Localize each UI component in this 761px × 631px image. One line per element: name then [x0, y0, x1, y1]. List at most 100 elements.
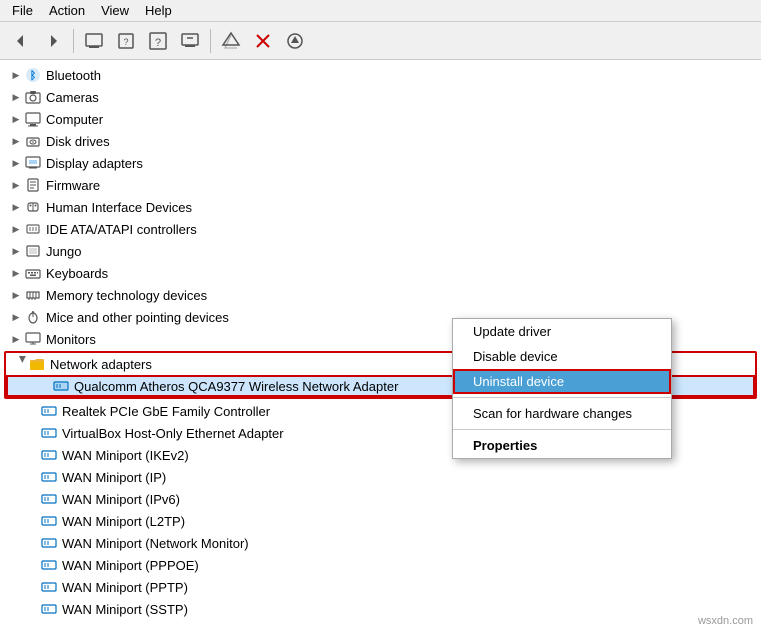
- keyboards-label: Keyboards: [46, 266, 108, 281]
- tree-item-firmware[interactable]: ▶ Firmware: [0, 174, 761, 196]
- add-hardware-button[interactable]: [280, 26, 310, 56]
- menubar: File Action View Help: [0, 0, 761, 22]
- expand-memory[interactable]: ▶: [8, 287, 24, 303]
- wan-netmon-icon: [40, 534, 58, 552]
- tree-item-memory[interactable]: ▶ Memory technology devices: [0, 284, 761, 306]
- context-separator-1: [453, 397, 671, 398]
- toolbar: ? ?: [0, 22, 761, 60]
- tree-item-cameras[interactable]: ▶ Cameras: [0, 86, 761, 108]
- network-adapters-label: Network adapters: [50, 357, 152, 372]
- wan-pppoe-icon: [40, 556, 58, 574]
- forward-button[interactable]: [38, 26, 68, 56]
- back-button[interactable]: [6, 26, 36, 56]
- tree-item-disk-drives[interactable]: ▶ Disk drives: [0, 130, 761, 152]
- monitors-label: Monitors: [46, 332, 96, 347]
- expand-ide[interactable]: ▶: [8, 221, 24, 237]
- context-uninstall-device[interactable]: Uninstall device: [453, 369, 671, 394]
- context-disable-device[interactable]: Disable device: [453, 344, 671, 369]
- menu-action[interactable]: Action: [41, 1, 93, 20]
- tree-item-keyboards[interactable]: ▶ Keyboards: [0, 262, 761, 284]
- context-scan-hardware[interactable]: Scan for hardware changes: [453, 401, 671, 426]
- expand-computer[interactable]: ▶: [8, 111, 24, 127]
- wan-ipv6-icon: [40, 490, 58, 508]
- toolbar-separator-2: [210, 29, 211, 53]
- tree-item-ide[interactable]: ▶ IDE ATA/ATAPI controllers: [0, 218, 761, 240]
- expand-jungo[interactable]: ▶: [8, 243, 24, 259]
- computer-icon: [24, 110, 42, 128]
- wan-pptp-icon: [40, 578, 58, 596]
- bluetooth-icon: ᛒ: [24, 66, 42, 84]
- svg-text:?: ?: [155, 37, 161, 49]
- tree-item-computer[interactable]: ▶ Computer: [0, 108, 761, 130]
- firmware-label: Firmware: [46, 178, 100, 193]
- wan-l2tp-label: WAN Miniport (L2TP): [62, 514, 185, 529]
- mice-icon: [24, 308, 42, 326]
- wan-netmon-label: WAN Miniport (Network Monitor): [62, 536, 249, 551]
- wan-sstp-icon: [40, 600, 58, 618]
- tree-item-wan-ip[interactable]: WAN Miniport (IP): [0, 466, 761, 488]
- disk-drives-label: Disk drives: [46, 134, 110, 149]
- menu-file[interactable]: File: [4, 1, 41, 20]
- tree-item-wan-pppoe[interactable]: WAN Miniport (PPPOE): [0, 554, 761, 576]
- main-content: ▶ ᛒ Bluetooth ▶ Cameras ▶: [0, 60, 761, 631]
- expand-network[interactable]: ▶: [12, 356, 28, 372]
- virtualbox-label: VirtualBox Host-Only Ethernet Adapter: [62, 426, 284, 441]
- expand-keyboards[interactable]: ▶: [8, 265, 24, 281]
- display-label: Display adapters: [46, 156, 143, 171]
- memory-icon: [24, 286, 42, 304]
- svg-text:ᛒ: ᛒ: [30, 70, 37, 82]
- expand-bluetooth[interactable]: ▶: [8, 67, 24, 83]
- expand-hid[interactable]: ▶: [8, 199, 24, 215]
- expand-display[interactable]: ▶: [8, 155, 24, 171]
- jungo-icon: [24, 242, 42, 260]
- wan-ipv6-label: WAN Miniport (IPv6): [62, 492, 180, 507]
- wan-pppoe-label: WAN Miniport (PPPOE): [62, 558, 199, 573]
- monitors-icon: [24, 330, 42, 348]
- tree-item-bluetooth[interactable]: ▶ ᛒ Bluetooth: [0, 64, 761, 86]
- jungo-label: Jungo: [46, 244, 81, 259]
- tree-item-display[interactable]: ▶ Display adapters: [0, 152, 761, 174]
- expand-mice[interactable]: ▶: [8, 309, 24, 325]
- tree-item-hid[interactable]: ▶ Human Interface Devices: [0, 196, 761, 218]
- keyboards-icon: [24, 264, 42, 282]
- expand-cameras[interactable]: ▶: [8, 89, 24, 105]
- wan-l2tp-icon: [40, 512, 58, 530]
- qualcomm-label: Qualcomm Atheros QCA9377 Wireless Networ…: [74, 379, 398, 394]
- help-button[interactable]: ?: [143, 26, 173, 56]
- delete-button[interactable]: [248, 26, 278, 56]
- menu-help[interactable]: Help: [137, 1, 180, 20]
- ide-icon: [24, 220, 42, 238]
- wan-sstp-label: WAN Miniport (SSTP): [62, 602, 188, 617]
- scan-button[interactable]: [216, 26, 246, 56]
- network-folder-icon: [28, 355, 46, 373]
- tree-item-wan-netmon[interactable]: WAN Miniport (Network Monitor): [0, 532, 761, 554]
- context-update-driver[interactable]: Update driver: [453, 319, 671, 344]
- expand-monitors[interactable]: ▶: [8, 331, 24, 347]
- wan-ip-icon: [40, 468, 58, 486]
- tree-item-wan-pptp[interactable]: WAN Miniport (PPTP): [0, 576, 761, 598]
- uninstall-button[interactable]: [175, 26, 205, 56]
- svg-text:?: ?: [123, 37, 128, 47]
- mice-label: Mice and other pointing devices: [46, 310, 229, 325]
- properties-button[interactable]: [79, 26, 109, 56]
- cameras-label: Cameras: [46, 90, 99, 105]
- qualcomm-icon: [52, 377, 70, 395]
- ide-label: IDE ATA/ATAPI controllers: [46, 222, 197, 237]
- realtek-icon: [40, 402, 58, 420]
- realtek-label: Realtek PCIe GbE Family Controller: [62, 404, 270, 419]
- tree-item-jungo[interactable]: ▶ Jungo: [0, 240, 761, 262]
- update-driver-button[interactable]: ?: [111, 26, 141, 56]
- menu-view[interactable]: View: [93, 1, 137, 20]
- expand-disk[interactable]: ▶: [8, 133, 24, 149]
- wan-ikev2-label: WAN Miniport (IKEv2): [62, 448, 189, 463]
- disk-icon: [24, 132, 42, 150]
- display-icon: [24, 154, 42, 172]
- watermark: wsxdn.com: [698, 615, 753, 627]
- context-separator-2: [453, 429, 671, 430]
- expand-firmware[interactable]: ▶: [8, 177, 24, 193]
- tree-item-wan-sstp[interactable]: WAN Miniport (SSTP): [0, 598, 761, 620]
- tree-item-wan-ipv6[interactable]: WAN Miniport (IPv6): [0, 488, 761, 510]
- context-properties[interactable]: Properties: [453, 433, 671, 458]
- cameras-icon: [24, 88, 42, 106]
- tree-item-wan-l2tp[interactable]: WAN Miniport (L2TP): [0, 510, 761, 532]
